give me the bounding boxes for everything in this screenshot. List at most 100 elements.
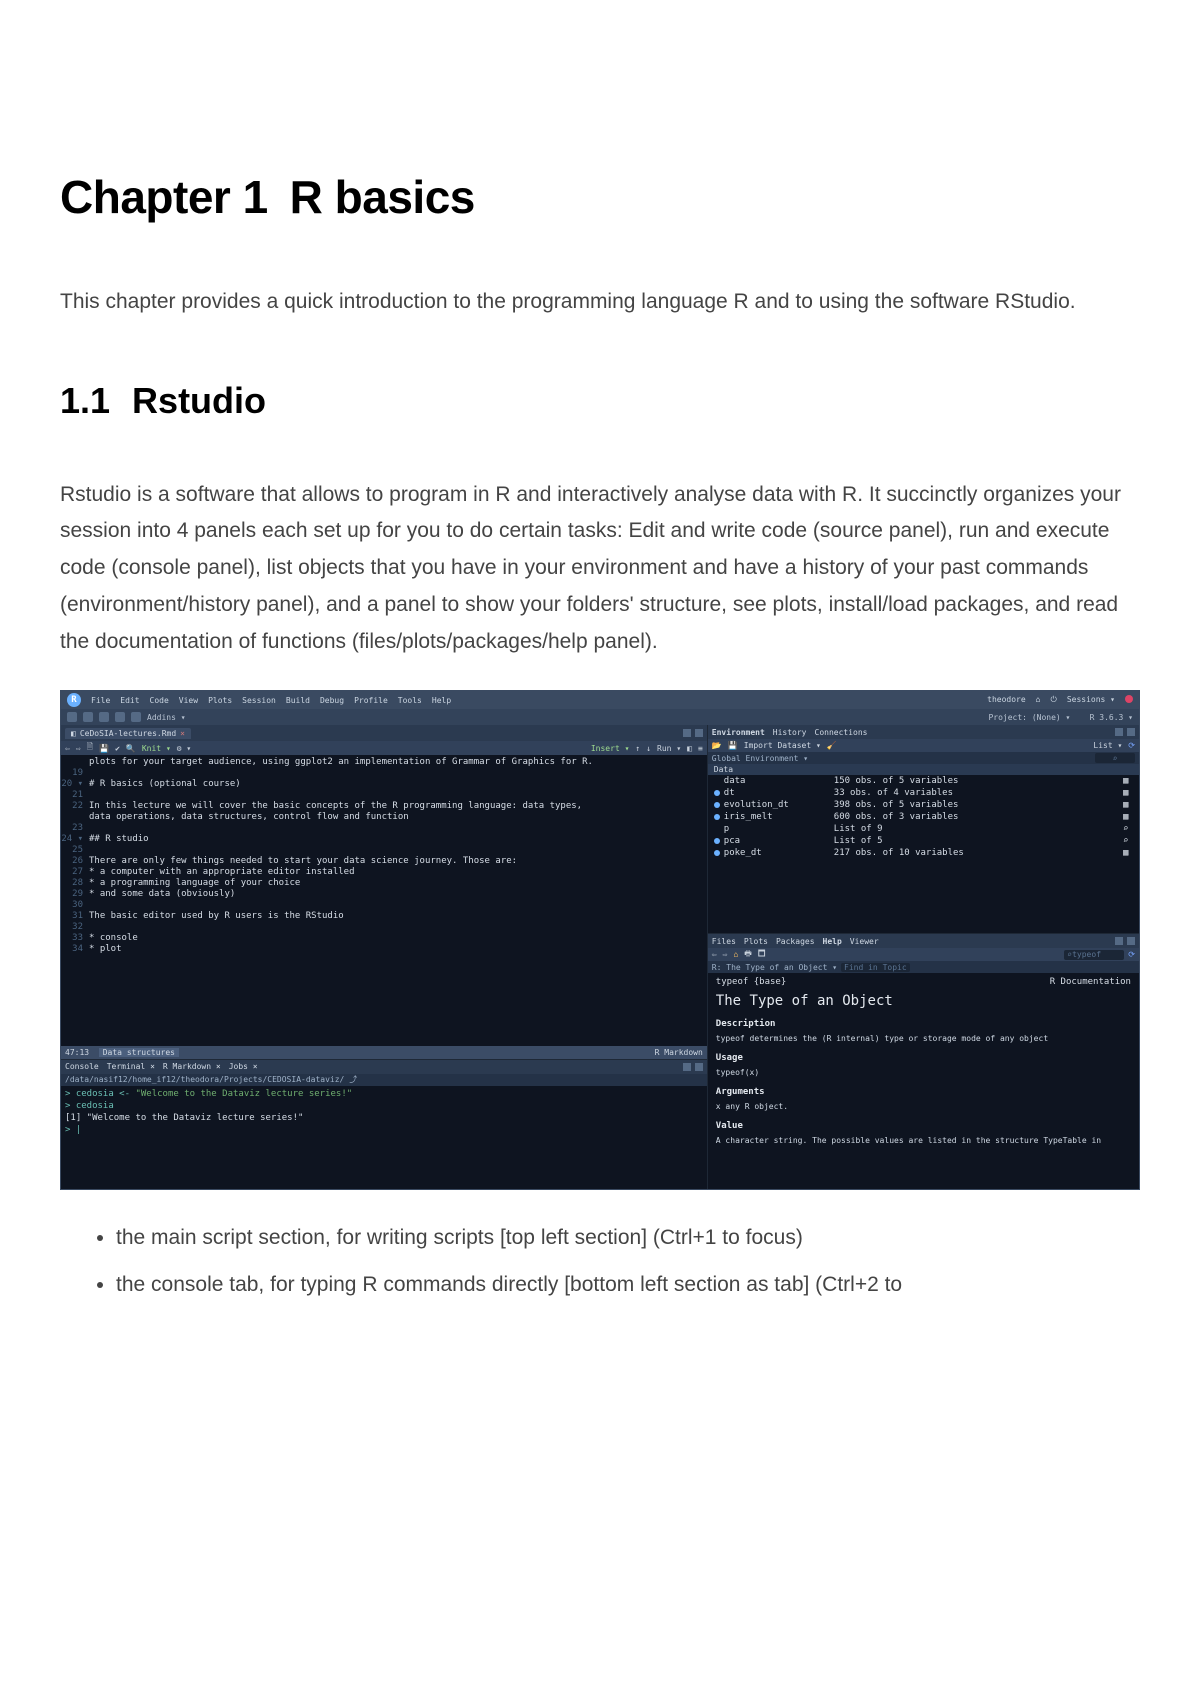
open-file-icon[interactable] xyxy=(99,712,109,722)
save-icon[interactable]: 💾 xyxy=(99,744,109,753)
addins-menu[interactable]: Addins ▾ xyxy=(147,713,186,722)
load-icon[interactable]: 📂 xyxy=(712,741,722,750)
find-icon[interactable]: 🔍 xyxy=(126,744,136,753)
terminal-tab[interactable]: Terminal × xyxy=(107,1062,155,1071)
run-button[interactable]: Run ▾ xyxy=(657,744,681,753)
up-arrow-icon[interactable]: ↑ xyxy=(635,744,640,753)
jobs-tab[interactable]: Jobs × xyxy=(229,1062,258,1071)
doc-type-label[interactable]: R Markdown xyxy=(655,1048,703,1057)
maximize-icon[interactable] xyxy=(1127,937,1135,945)
expand-icon[interactable] xyxy=(714,814,720,820)
env-object-row[interactable]: iris_melt600 obs. of 3 variables▦ xyxy=(708,811,1139,823)
help-tab[interactable]: Help xyxy=(823,937,842,946)
env-object-row[interactable]: pcaList of 5⌕ xyxy=(708,835,1139,847)
packages-tab[interactable]: Packages xyxy=(776,937,815,946)
view-object-icon[interactable]: ▦ xyxy=(1123,848,1133,858)
view-object-icon[interactable]: ▦ xyxy=(1123,788,1133,798)
sessions-menu[interactable]: Sessions ▾ xyxy=(1067,695,1115,705)
view-object-icon[interactable]: ▦ xyxy=(1123,800,1133,810)
expand-icon[interactable] xyxy=(714,802,720,808)
expand-icon[interactable] xyxy=(714,838,720,844)
env-object-row[interactable]: pList of 9⌕ xyxy=(708,823,1139,835)
source-editor[interactable]: plots for your target audience, using gg… xyxy=(61,755,707,1045)
env-search-input[interactable]: ⌕ xyxy=(1095,753,1135,763)
insert-menu[interactable]: Insert ▾ xyxy=(591,744,630,753)
outline-icon[interactable]: ≡ xyxy=(698,744,703,753)
source-tab[interactable]: ◧ CeDoSIA-lectures.Rmd × xyxy=(65,728,191,739)
console-body[interactable]: > cedosia <- "Welcome to the Dataviz lec… xyxy=(61,1086,707,1190)
save-all-icon[interactable] xyxy=(115,712,125,722)
clear-env-icon[interactable]: 🧹 xyxy=(827,741,837,750)
menu-item[interactable]: Debug xyxy=(320,696,344,705)
view-object-icon[interactable]: ▦ xyxy=(1123,812,1133,822)
forward-icon[interactable]: ⇨ xyxy=(76,744,81,753)
project-menu[interactable]: Project: (None) ▾ xyxy=(988,713,1070,722)
forward-icon[interactable]: ⇨ xyxy=(723,950,728,959)
gear-menu[interactable]: ⚙ ▾ xyxy=(177,744,191,753)
maximize-icon[interactable] xyxy=(1127,728,1135,736)
menu-item[interactable]: Profile xyxy=(354,696,388,705)
plots-tab[interactable]: Plots xyxy=(744,937,768,946)
menu-item[interactable]: Plots xyxy=(208,696,232,705)
menu-item[interactable]: Session xyxy=(242,696,276,705)
chunk-label[interactable]: Data structures xyxy=(99,1048,179,1057)
back-icon[interactable]: ⇦ xyxy=(65,744,70,753)
scope-menu[interactable]: Global Environment ▾ xyxy=(712,754,808,763)
menu-item[interactable]: Code xyxy=(150,696,169,705)
viewer-tab[interactable]: Viewer xyxy=(850,937,879,946)
r-version-menu[interactable]: R 3.6.3 ▾ xyxy=(1090,713,1133,722)
menu-item[interactable]: Build xyxy=(286,696,310,705)
expand-icon[interactable] xyxy=(714,790,720,796)
view-object-icon[interactable]: ⌕ xyxy=(1123,836,1133,846)
new-file-icon[interactable] xyxy=(67,712,77,722)
home-icon[interactable]: ⌂ xyxy=(1036,695,1041,705)
env-object-row[interactable]: evolution_dt398 obs. of 5 variables▦ xyxy=(708,799,1139,811)
popout-icon[interactable]: 🗖 xyxy=(758,948,766,962)
print-icon[interactable] xyxy=(131,712,141,722)
expand-icon[interactable] xyxy=(714,850,720,856)
print-icon[interactable]: 🖶 xyxy=(744,948,752,962)
back-icon[interactable]: ⇦ xyxy=(712,950,717,959)
down-arrow-icon[interactable]: ↓ xyxy=(646,744,651,753)
env-object-row[interactable]: poke_dt217 obs. of 10 variables▦ xyxy=(708,847,1139,859)
close-icon[interactable]: × xyxy=(180,729,185,738)
view-object-icon[interactable]: ▦ xyxy=(1123,776,1133,786)
refresh-icon[interactable]: ⟳ xyxy=(1128,741,1135,750)
rmarkdown-tab[interactable]: R Markdown × xyxy=(163,1062,221,1071)
new-project-icon[interactable] xyxy=(83,712,93,722)
menu-item[interactable]: View xyxy=(179,696,198,705)
show-doc-icon[interactable]: 🗎 xyxy=(87,741,93,755)
maximize-icon[interactable] xyxy=(695,729,703,737)
import-dataset-menu[interactable]: Import Dataset ▾ xyxy=(744,741,821,750)
minimize-icon[interactable] xyxy=(683,729,691,737)
menu-item[interactable]: Tools xyxy=(398,696,422,705)
help-search-input[interactable]: ⌕ typeof xyxy=(1064,950,1124,960)
minimize-icon[interactable] xyxy=(1115,728,1123,736)
power-icon[interactable]: ⏻ xyxy=(1050,695,1056,705)
publish-icon[interactable]: ◧ xyxy=(687,744,692,753)
list-view-menu[interactable]: List ▾ xyxy=(1093,741,1122,750)
files-tab[interactable]: Files xyxy=(712,937,736,946)
maximize-icon[interactable] xyxy=(695,1063,703,1071)
env-object-row[interactable]: dt33 obs. of 4 variables▦ xyxy=(708,787,1139,799)
find-in-topic-input[interactable]: Find in Topic xyxy=(841,963,910,972)
menu-item[interactable]: Help xyxy=(432,696,451,705)
env-object-row[interactable]: data150 obs. of 5 variables▦ xyxy=(708,775,1139,787)
history-tab[interactable]: History xyxy=(773,728,807,737)
minimize-icon[interactable] xyxy=(683,1063,691,1071)
spellcheck-icon[interactable]: ✔ xyxy=(115,744,120,753)
save-icon[interactable]: 💾 xyxy=(728,741,738,750)
environment-tab[interactable]: Environment xyxy=(712,728,765,737)
view-object-icon[interactable]: ⌕ xyxy=(1123,824,1133,834)
set-wd-icon[interactable]: ⤴ xyxy=(349,1074,357,1085)
refresh-icon[interactable]: ⟳ xyxy=(1128,950,1135,959)
knit-button[interactable]: Knit ▾ xyxy=(142,744,171,753)
notification-badge-icon[interactable] xyxy=(1125,695,1133,703)
console-tab[interactable]: Console xyxy=(65,1062,99,1071)
minimize-icon[interactable] xyxy=(1115,937,1123,945)
menu-item[interactable]: File xyxy=(91,696,110,705)
home-icon[interactable]: ⌂ xyxy=(733,950,738,959)
help-topic-dropdown[interactable]: R: The Type of an Object ▾ xyxy=(712,963,837,972)
connections-tab[interactable]: Connections xyxy=(815,728,868,737)
menu-item[interactable]: Edit xyxy=(120,696,139,705)
